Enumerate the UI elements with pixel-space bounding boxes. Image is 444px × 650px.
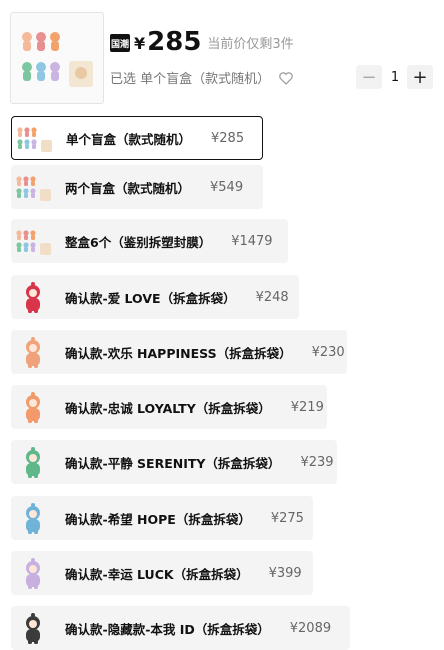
variant-option[interactable]: 两个盲盒（款式随机） ¥549 (11, 165, 263, 209)
variant-option-label: 确认款-爱 LOVE（拆盒拆袋） (65, 290, 236, 306)
figures-thumbnail-icon (22, 32, 93, 87)
variant-option-price: ¥2089 (289, 620, 332, 636)
brand-badge: 国潮 (110, 34, 130, 52)
variant-option-label: 单个盲盒（款式随机） (66, 131, 192, 147)
bundle-thumbnail-icon (16, 176, 51, 201)
figure-orange-icon (26, 392, 40, 423)
variant-option-image (11, 496, 55, 540)
variant-option-label: 确认款-欢乐 HAPPINESS（拆盒拆袋） (65, 345, 292, 361)
figure-peach-icon (26, 337, 40, 368)
quantity-decrease-button[interactable]: − (356, 65, 382, 89)
product-thumbnail[interactable] (10, 12, 104, 104)
bundle-thumbnail-icon (17, 127, 52, 152)
price-row: 国潮 ¥ 285 当前价仅剩3件 (110, 26, 294, 56)
variant-option-image (11, 219, 55, 263)
bundle-thumbnail-icon (16, 230, 51, 255)
variant-option-image (11, 385, 55, 429)
variant-option[interactable]: 确认款-幸运 LUCK（拆盒拆袋） ¥399 (11, 551, 313, 595)
variant-option-price: ¥285 (211, 130, 245, 146)
variant-option[interactable]: 确认款-欢乐 HAPPINESS（拆盒拆袋） ¥230 (11, 330, 347, 374)
variant-option-image (11, 551, 55, 595)
variant-option-price: ¥399 (268, 565, 302, 581)
variant-option-label: 确认款-幸运 LUCK（拆盒拆袋） (65, 566, 249, 582)
figure-lavender-icon (26, 558, 40, 589)
variant-option[interactable]: 整盒6个（鉴别拆塑封膜） ¥1479 (11, 219, 288, 263)
variant-option-price: ¥230 (311, 344, 345, 360)
variant-option[interactable]: 确认款-平静 SERENITY（拆盒拆袋） ¥239 (11, 440, 337, 484)
quantity-increase-button[interactable]: + (407, 65, 433, 89)
variant-option-price: ¥275 (270, 510, 304, 526)
variant-option-image (12, 116, 56, 160)
variant-option-price: ¥248 (255, 289, 289, 305)
product-header: 国潮 ¥ 285 当前价仅剩3件 已选 单个盲盒（款式随机） − 1 + (0, 0, 444, 110)
variant-option-label: 两个盲盒（款式随机） (65, 180, 191, 196)
selected-variant: 已选 单个盲盒（款式随机） (110, 68, 294, 87)
stock-notice: 当前价仅剩3件 (207, 37, 294, 52)
variant-option[interactable]: 确认款-希望 HOPE（拆盒拆袋） ¥275 (11, 496, 313, 540)
figure-dark-icon (26, 613, 40, 644)
variant-option-label: 确认款-忠诚 LOYALTY（拆盒拆袋） (65, 400, 271, 416)
current-price: 285 (147, 27, 202, 57)
variant-option-image (11, 165, 55, 209)
variant-option-price: ¥219 (290, 399, 324, 415)
variant-option-label: 整盒6个（鉴别拆塑封膜） (65, 234, 212, 250)
variant-option-label: 确认款-平静 SERENITY（拆盒拆袋） (65, 455, 281, 471)
variant-option[interactable]: 确认款-隐藏款-本我 ID（拆盒拆袋） ¥2089 (11, 606, 350, 650)
variant-option-price: ¥1479 (231, 233, 273, 249)
variant-option[interactable]: 单个盲盒（款式随机） ¥285 (11, 116, 263, 160)
heart-icon[interactable] (278, 70, 294, 86)
quantity-value[interactable]: 1 (386, 65, 404, 89)
variant-option-image (11, 330, 55, 374)
variant-option-image (11, 606, 55, 650)
variant-option[interactable]: 确认款-忠诚 LOYALTY（拆盒拆袋） ¥219 (11, 385, 327, 429)
selected-variant-text: 已选 单个盲盒（款式随机） (110, 72, 271, 87)
variant-option-price: ¥239 (300, 454, 334, 470)
variant-option-image (11, 440, 55, 484)
figure-green-icon (26, 447, 40, 478)
figure-red-icon (26, 282, 40, 313)
variant-option[interactable]: 确认款-爱 LOVE（拆盒拆袋） ¥248 (11, 275, 299, 319)
variant-option-label: 确认款-隐藏款-本我 ID（拆盒拆袋） (65, 621, 270, 637)
variant-option-label: 确认款-希望 HOPE（拆盒拆袋） (65, 511, 251, 527)
currency-symbol: ¥ (134, 34, 146, 53)
variant-option-price: ¥549 (210, 179, 244, 195)
variant-option-image (11, 275, 55, 319)
figure-blue-icon (26, 503, 40, 534)
